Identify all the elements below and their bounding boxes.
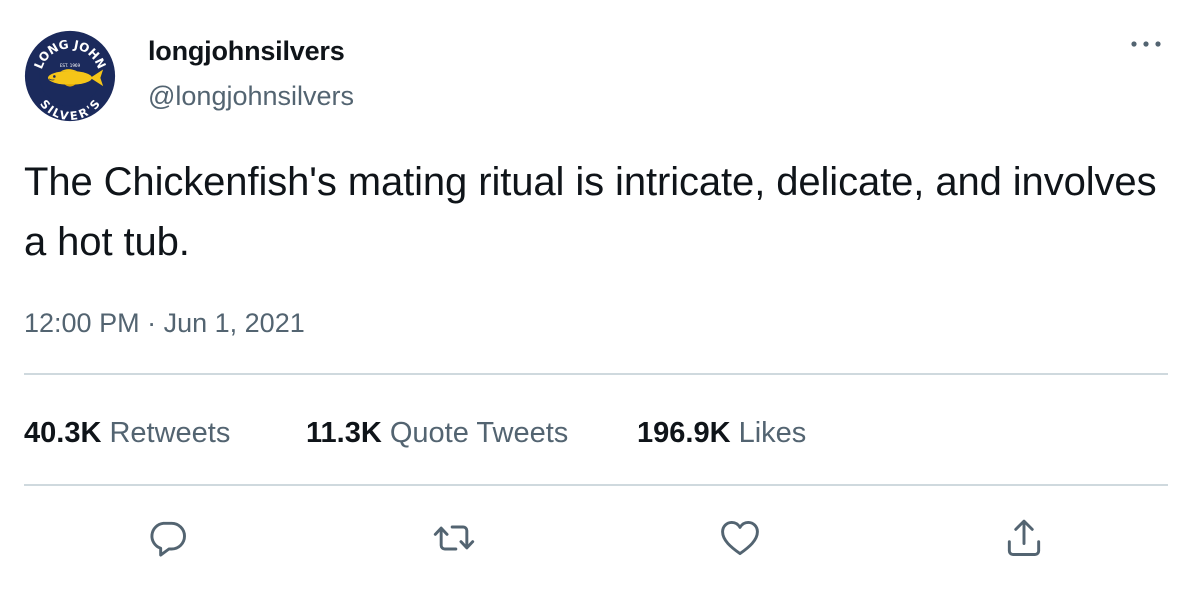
tweet-card: LONG JOHN SILVER'S EST. 1969 longjohnsil… xyxy=(0,0,1192,606)
author-handle[interactable]: @longjohnsilvers xyxy=(148,79,354,113)
tweet-date[interactable]: Jun 1, 2021 xyxy=(164,308,305,338)
retweet-button[interactable] xyxy=(426,510,482,566)
tweet-timestamp: 12:00 PM · Jun 1, 2021 xyxy=(24,305,305,341)
avatar[interactable]: LONG JOHN SILVER'S EST. 1969 xyxy=(24,30,116,122)
retweet-icon xyxy=(433,525,475,551)
long-john-silvers-logo-icon: LONG JOHN SILVER'S EST. 1969 xyxy=(24,30,116,122)
quote-tweets-label: Quote Tweets xyxy=(389,417,569,449)
like-button[interactable] xyxy=(712,510,768,566)
timestamp-separator: · xyxy=(147,308,157,338)
more-horizontal-icon xyxy=(1131,41,1161,47)
divider-bottom xyxy=(24,484,1168,486)
likes-stat[interactable]: 196.9K Likes xyxy=(637,413,806,453)
reply-button[interactable] xyxy=(140,510,196,566)
retweets-count: 40.3K xyxy=(24,417,102,449)
likes-count: 196.9K xyxy=(637,417,731,449)
author-display-name[interactable]: longjohnsilvers xyxy=(148,34,345,68)
tweet-time[interactable]: 12:00 PM xyxy=(24,308,140,338)
more-options-button[interactable] xyxy=(1124,26,1168,62)
retweets-label: Retweets xyxy=(109,417,231,449)
heart-icon xyxy=(721,520,759,556)
quote-tweets-count: 11.3K xyxy=(306,417,382,449)
logo-text-est: EST. 1969 xyxy=(60,63,81,68)
likes-label: Likes xyxy=(738,417,807,449)
divider-top xyxy=(24,373,1168,375)
reply-icon xyxy=(150,521,186,557)
share-icon xyxy=(1007,519,1041,556)
tweet-text: The Chickenfish's mating ritual is intri… xyxy=(24,160,1157,264)
quote-tweets-stat[interactable]: 11.3K Quote Tweets xyxy=(306,413,568,453)
retweets-stat[interactable]: 40.3K Retweets xyxy=(24,413,230,453)
share-button[interactable] xyxy=(996,510,1052,566)
